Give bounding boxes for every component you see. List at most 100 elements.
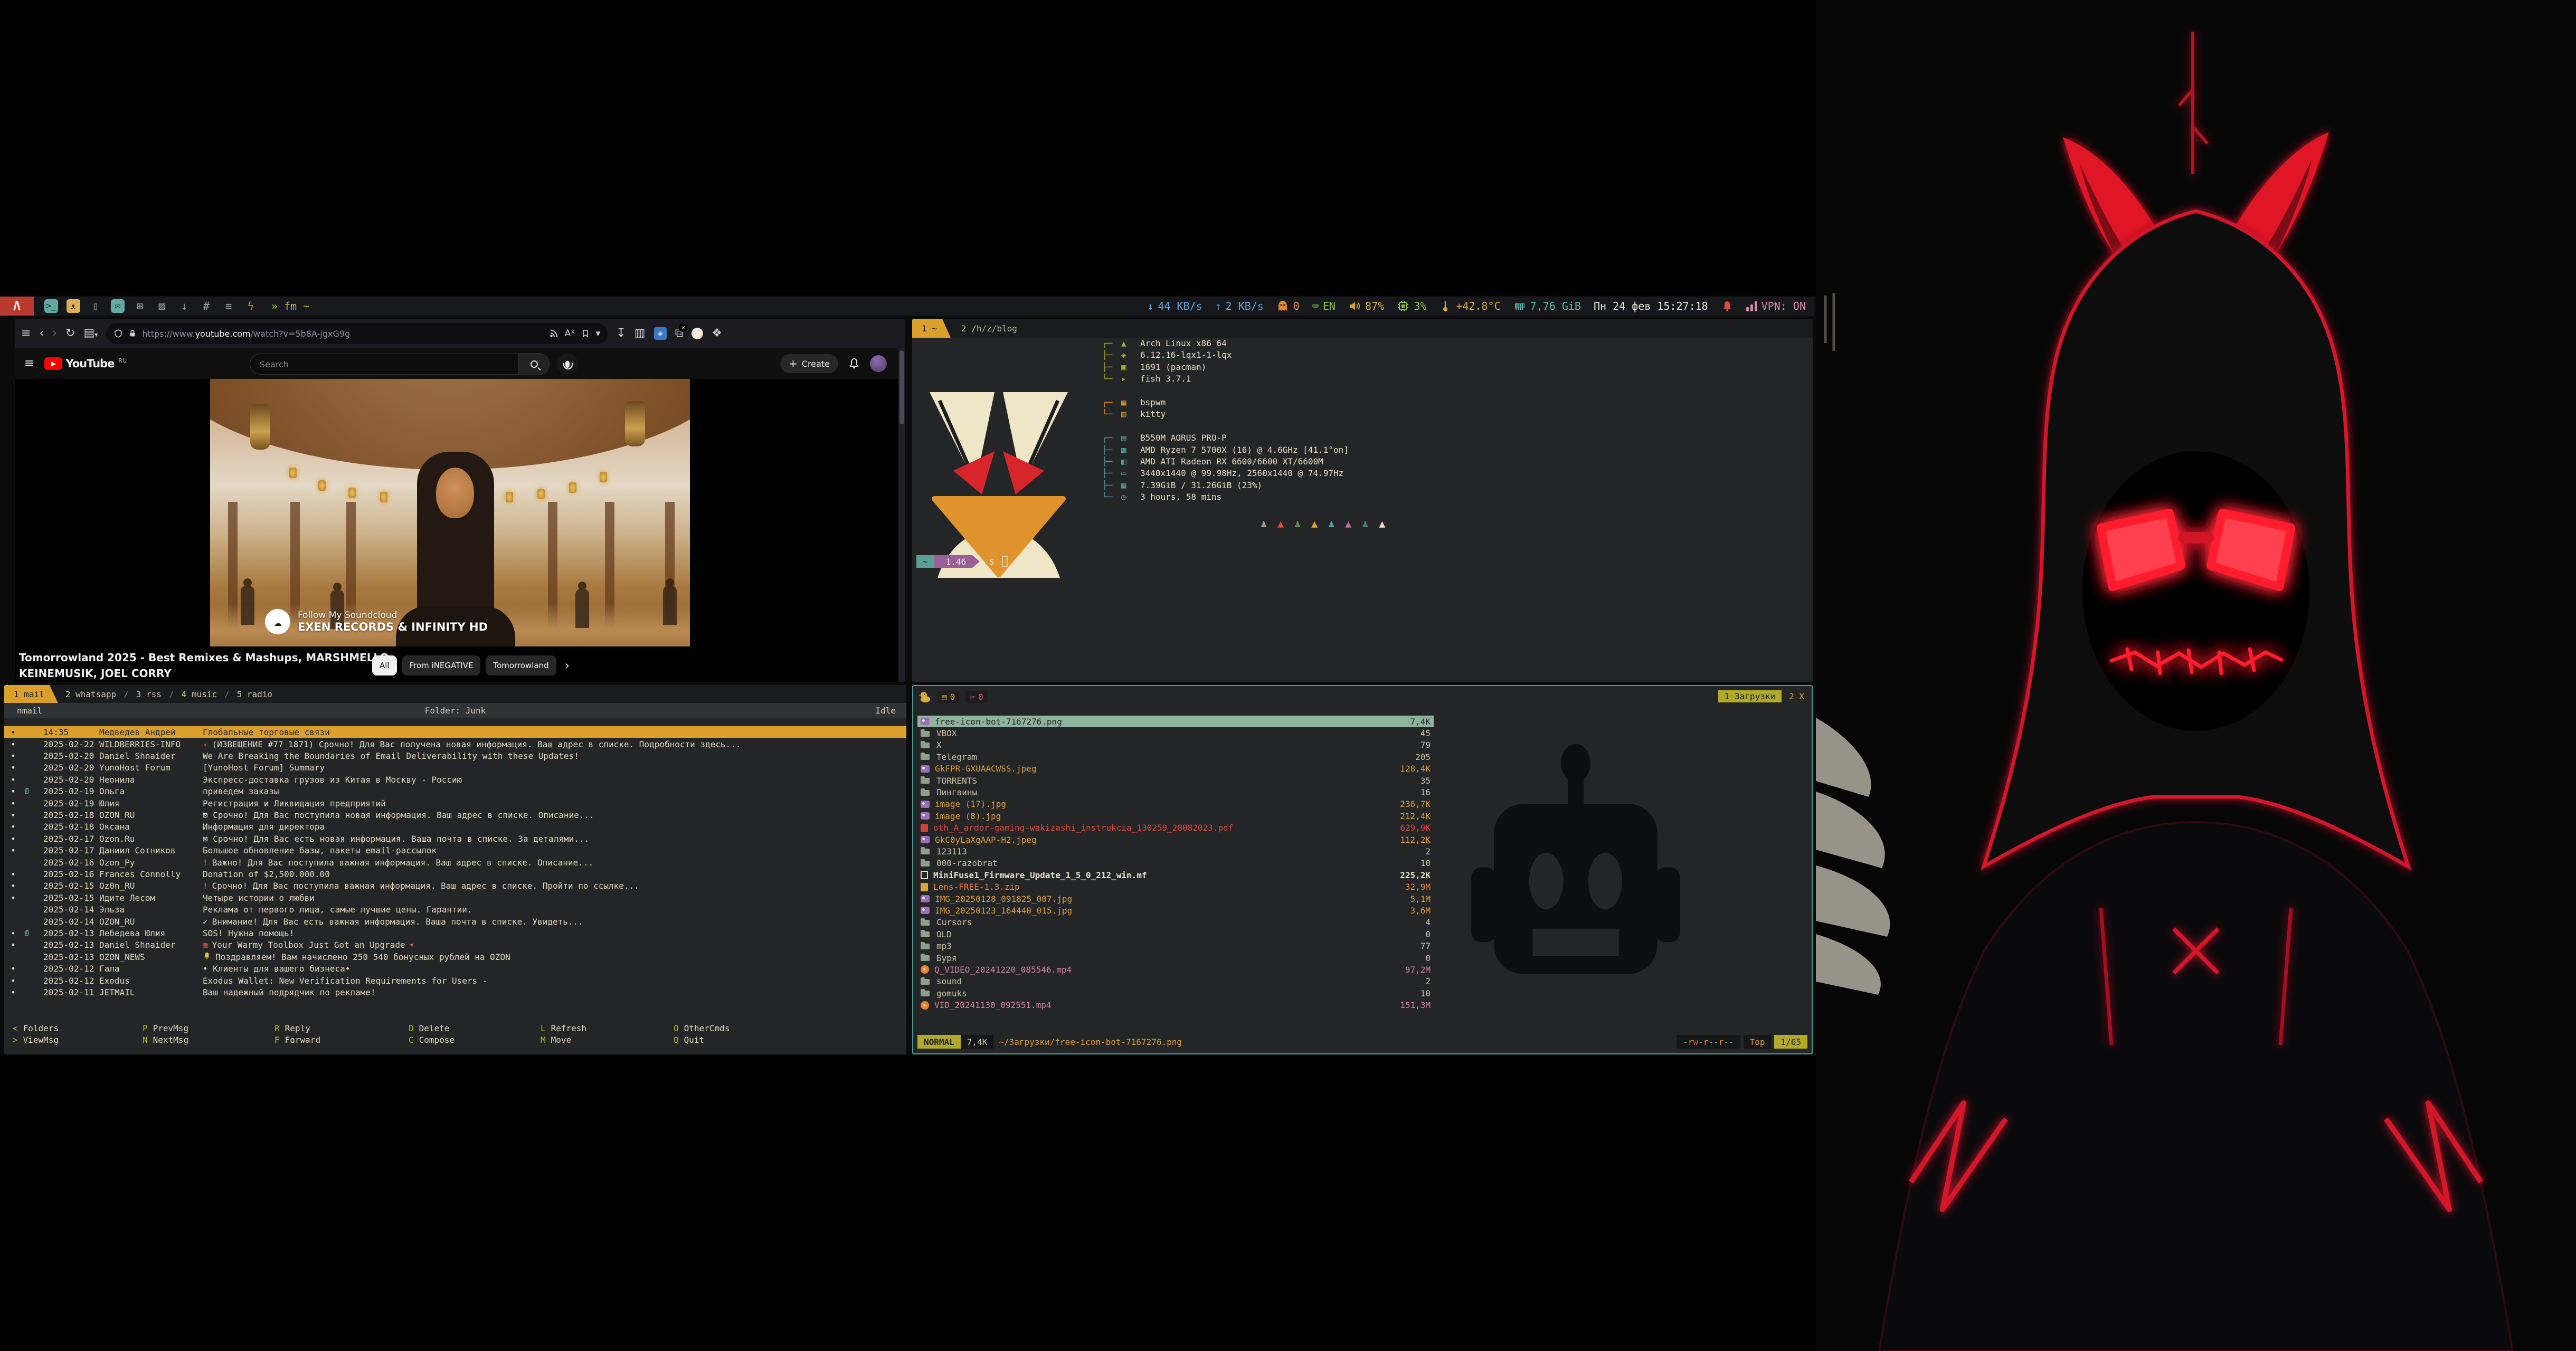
url-bar[interactable]: https://www.youtube.com/watch?v=5b8A-jgx… — [106, 323, 608, 344]
volume-module[interactable]: 87% — [1348, 300, 1384, 312]
reader-mode-icon[interactable]: ▤▾ — [84, 328, 98, 339]
workspace-downloads-icon[interactable]: ↓ — [177, 299, 191, 313]
mail-tab-2[interactable]: 2 whatsapp — [58, 685, 124, 703]
reader-text-icon[interactable]: Aˣ — [565, 328, 575, 339]
mail-row[interactable]: •2025-02-15Oz0n_RU!Срочно! Для Вас посту… — [4, 880, 906, 892]
shortcut-reply[interactable]: RReply — [274, 1023, 409, 1034]
create-button[interactable]: +Create — [780, 354, 838, 373]
notification-module[interactable] — [1721, 300, 1734, 312]
workspace-activity-icon[interactable]: ϟ — [244, 299, 258, 313]
workspace-hash-icon[interactable]: # — [200, 299, 213, 313]
file-row[interactable]: free-icon-bot-7167276.png7,4K — [917, 716, 1434, 727]
mail-row[interactable]: •2025-02-20YunoHost Forum[YunoHost Forum… — [4, 762, 906, 774]
workspace-list-icon[interactable]: ≡ — [222, 299, 235, 313]
workspace-windows-icon[interactable]: ⊞ — [133, 299, 147, 313]
mail-row[interactable]: 2025-02-16Ozon_Py!Важно! Для Вас поступи… — [4, 857, 906, 868]
bookmark-caret-icon[interactable]: ▾ — [596, 328, 601, 339]
file-row[interactable]: GkFPR-GXUAACWSS.jpeg128,4K — [917, 763, 1434, 775]
menu-icon[interactable]: ≡ — [21, 328, 31, 339]
browser-scrollbar[interactable] — [898, 348, 905, 682]
lock-icon[interactable] — [128, 329, 137, 338]
file-row[interactable]: IMG_20250123_164440_015.jpg3,6M — [917, 905, 1434, 916]
mail-row[interactable]: •2025-02-12Гала• Клиенты для вашего бизн… — [4, 963, 906, 974]
file-row[interactable]: Буря0 — [917, 952, 1434, 964]
shortcut-refresh[interactable]: LRefresh — [541, 1023, 674, 1034]
shortcut-quit[interactable]: QQuit — [674, 1034, 796, 1046]
mail-tab-4[interactable]: 4 music — [174, 685, 224, 703]
workspace-images-icon[interactable]: ▨ — [155, 299, 169, 313]
file-row[interactable]: IMG_20250128_091825_007.jpg5,1M — [917, 893, 1434, 905]
file-row[interactable]: ▶VID_20241130_092551.mp4151,3M — [917, 999, 1434, 1011]
shortcut-viewmsg[interactable]: >ViewMsg — [13, 1034, 143, 1046]
mail-row[interactable]: •2025-02-17Даниил СотниковБольшое обновл… — [4, 845, 906, 857]
mail-row[interactable]: •2025-02-16Frances ConnollyDonation of $… — [4, 868, 906, 880]
scrollbar-thumb[interactable] — [899, 350, 904, 424]
blue-extension-icon[interactable]: ◈ — [654, 327, 667, 340]
mail-tab-1[interactable]: 1 mail — [4, 685, 58, 703]
video-player[interactable]: ☁ Follow My Soundcloud EXEN RECORDS & IN… — [210, 379, 690, 646]
filter-chip[interactable]: Tomorrowland — [486, 655, 556, 676]
mail-tab-3[interactable]: 3 rss — [129, 685, 169, 703]
shortcut-compose[interactable]: CCompose — [409, 1034, 541, 1046]
mail-row[interactable]: •2025-02-11JETMAILВаш надежный подрядчик… — [4, 986, 906, 998]
mail-row-selected[interactable]: • 14:35 Медведев Андрей Глобальные торго… — [4, 726, 906, 738]
terminal-tab-2[interactable]: 2 /h/z/blog — [951, 319, 1028, 338]
chips-more-icon[interactable]: › — [565, 658, 570, 673]
search-button[interactable] — [519, 353, 550, 375]
file-row[interactable]: 000-razobrat10 — [917, 858, 1434, 869]
youtube-logo[interactable]: ▶ YouTube RU — [44, 357, 127, 370]
terminal-tab-1[interactable]: 1 ~ — [912, 319, 951, 338]
youtube-menu-icon[interactable]: ≡ — [24, 358, 34, 369]
file-row[interactable]: MiniFuse1_Firmware_Update_1_5_0_212_win.… — [917, 869, 1434, 881]
avatar[interactable] — [870, 355, 887, 372]
back-icon[interactable]: ‹ — [39, 328, 44, 339]
download-icon[interactable]: ↧ — [616, 328, 626, 339]
mail-row[interactable]: •2025-02-20НеонилаЭкспресс-доставка груз… — [4, 774, 906, 785]
mic-button[interactable] — [557, 354, 578, 375]
file-row[interactable]: Пингвины16 — [917, 786, 1434, 798]
file-row[interactable]: X79 — [917, 739, 1434, 751]
file-row[interactable]: mp377 — [917, 940, 1434, 952]
library-icon[interactable]: ▥ — [634, 328, 646, 339]
shortcut-move[interactable]: MMove — [541, 1034, 674, 1046]
file-row[interactable]: image (8).jpg212,4K — [917, 810, 1434, 822]
file-row[interactable]: 1231132 — [917, 845, 1434, 857]
mail-row[interactable]: •2025-02-19Ольгаприведем заказы — [4, 786, 906, 797]
terminal-cursor[interactable] — [1002, 556, 1008, 567]
filter-chip[interactable]: From iNEGATIVE — [402, 655, 481, 676]
file-row[interactable]: sound2 — [917, 976, 1434, 987]
shortcut-forward[interactable]: FForward — [274, 1034, 409, 1046]
mail-row[interactable]: •2025-02-20Daniel ShnaiderWe Are Breakin… — [4, 750, 906, 762]
mail-row[interactable]: •2025-02-22WILDBERRIES-INFO✴(ИЗВЕЩЕНИЕ #… — [4, 738, 906, 750]
mail-row[interactable]: •2025-02-12ExodusExodus Wallet: New Veri… — [4, 975, 906, 986]
file-row[interactable]: ▶Q_VIDEO_20241220_085546.mp497,2M — [917, 964, 1434, 975]
shortcut-othercmds[interactable]: OOtherCmds — [674, 1023, 796, 1034]
search-input[interactable]: Search — [250, 354, 519, 375]
mail-row[interactable]: •2025-02-15Идите ЛесомЧетыре истории о л… — [4, 892, 906, 903]
mail-row[interactable]: 2025-02-14OZON_RU✓Внимание! Для Вас есть… — [4, 916, 906, 927]
shortcut-folders[interactable]: <Folders — [13, 1023, 143, 1034]
file-row[interactable]: TORRENTS35 — [917, 775, 1434, 786]
shortcut-nextmsg[interactable]: NNextMsg — [143, 1034, 274, 1046]
mail-row[interactable]: 2025-02-13OZON_NEWSПоздравляем! Вам начи… — [4, 951, 906, 963]
rss-icon[interactable] — [549, 329, 558, 338]
vpn-module[interactable]: VPN: ON — [1746, 300, 1806, 312]
workspace-terminal-icon[interactable]: >_ — [44, 299, 58, 313]
file-row[interactable]: gomuks10 — [917, 987, 1434, 999]
mail-tab-5[interactable]: 5 radio — [230, 685, 280, 703]
mail-row[interactable]: •2025-02-13Лебедева ЮлияSOS! Нужна помощ… — [4, 927, 906, 939]
filter-chip[interactable]: All — [372, 655, 397, 676]
yazi-tab-1[interactable]: 1 Загрузки — [1718, 690, 1782, 702]
mail-row[interactable]: •2025-02-18ОксанаИнформация для директор… — [4, 821, 906, 833]
clock-module[interactable]: Пн 24 фев 15:27:18 — [1594, 300, 1708, 312]
file-row[interactable]: Telegram205 — [917, 751, 1434, 763]
yazi-tab-2[interactable]: 2 X — [1789, 691, 1804, 701]
file-row[interactable]: oth_A_ardor-gaming-wakizashi_instrukcia_… — [917, 822, 1434, 834]
file-row[interactable]: OLD0 — [917, 928, 1434, 940]
mail-row[interactable]: •2025-02-19ЮлияРегистрация и Ликвидация … — [4, 797, 906, 809]
bookmark-icon[interactable] — [581, 329, 590, 338]
youtube-bell-icon[interactable] — [848, 357, 860, 370]
pip-icon[interactable]: ⧉× — [675, 328, 684, 339]
file-row[interactable]: Cursors4 — [917, 917, 1434, 928]
workspace-cat-icon[interactable]: ᴥ — [67, 299, 80, 313]
